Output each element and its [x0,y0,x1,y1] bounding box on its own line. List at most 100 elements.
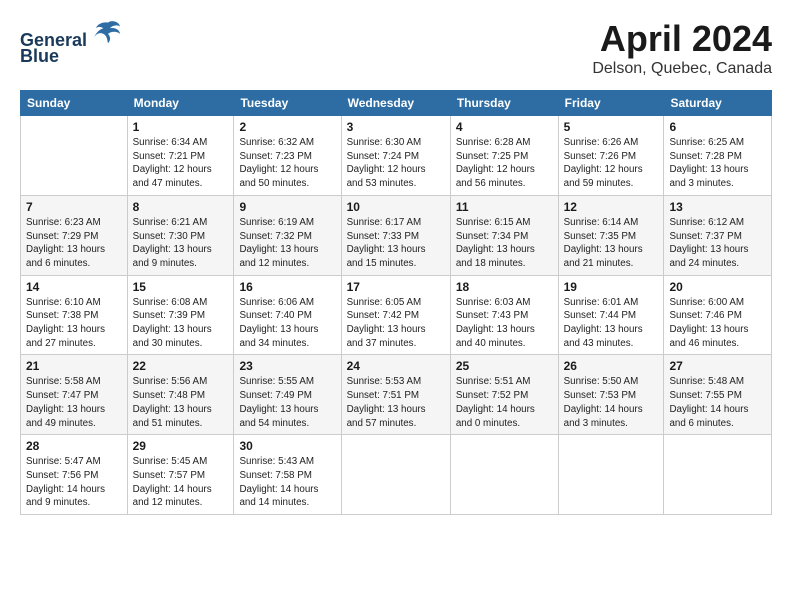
weekday-header: Thursday [450,91,558,116]
day-number: 26 [564,359,659,373]
main-title: April 2024 [592,18,772,60]
day-number: 8 [133,200,229,214]
calendar-cell: 23Sunrise: 5:55 AMSunset: 7:49 PMDayligh… [234,355,341,435]
sub-title: Delson, Quebec, Canada [592,60,772,78]
day-number: 30 [239,439,335,453]
day-number: 4 [456,120,553,134]
day-number: 21 [26,359,122,373]
day-info: Sunrise: 6:17 AMSunset: 7:33 PMDaylight:… [347,216,445,271]
day-info: Sunrise: 5:48 AMSunset: 7:55 PMDaylight:… [669,375,766,430]
day-number: 16 [239,280,335,294]
calendar-cell: 14 Sunrise: 6:10 AMSunset: 7:38 PMDayligh… [21,275,128,355]
calendar-table: SundayMondayTuesdayWednesdayThursdayFrid… [20,90,772,515]
calendar-cell: 26 Sunrise: 5:50 AMSunset: 7:53 PMDayligh… [558,355,664,435]
day-number: 1 [133,120,229,134]
day-info: Sunrise: 5:50 AMSunset: 7:53 PMDaylight:… [564,375,659,430]
day-number: 18 [456,280,553,294]
day-info: Sunrise: 6:30 AMSunset: 7:24 PMDaylight:… [347,136,445,191]
day-info: Sunrise: 6:32 AMSunset: 7:23 PMDaylight:… [239,136,335,191]
week-row: 7Sunrise: 6:23 AMSunset: 7:29 PMDaylight… [21,195,772,275]
logo: General Blue [20,18,122,67]
week-row: 1 Sunrise: 6:34 AMSunset: 7:21 PMDaylight… [21,116,772,196]
day-number: 10 [347,200,445,214]
day-info: Sunrise: 6:06 AMSunset: 7:40 PMDaylight:… [239,296,335,351]
day-number: 20 [669,280,766,294]
calendar-cell [450,435,558,515]
day-number: 19 [564,280,659,294]
day-info: Sunrise: 6:00 AMSunset: 7:46 PMDaylight:… [669,296,766,351]
calendar-cell: 4 Sunrise: 6:28 AMSunset: 7:25 PMDaylight… [450,116,558,196]
day-info: Sunrise: 6:26 AMSunset: 7:26 PMDaylight:… [564,136,659,191]
day-number: 5 [564,120,659,134]
day-info: Sunrise: 6:10 AMSunset: 7:38 PMDaylight:… [26,296,122,351]
calendar-cell [558,435,664,515]
day-info: Sunrise: 6:19 AMSunset: 7:32 PMDaylight:… [239,216,335,271]
logo-bird-icon [94,18,122,46]
week-row: 21 Sunrise: 5:58 AMSunset: 7:47 PMDayligh… [21,355,772,435]
day-number: 15 [133,280,229,294]
day-number: 23 [239,359,335,373]
day-info: Sunrise: 5:58 AMSunset: 7:47 PMDaylight:… [26,375,122,430]
calendar-cell: 9 Sunrise: 6:19 AMSunset: 7:32 PMDaylight… [234,195,341,275]
calendar-cell: 19Sunrise: 6:01 AMSunset: 7:44 PMDayligh… [558,275,664,355]
calendar-cell: 17 Sunrise: 6:05 AMSunset: 7:42 PMDayligh… [341,275,450,355]
calendar-cell: 5 Sunrise: 6:26 AMSunset: 7:26 PMDaylight… [558,116,664,196]
day-number: 2 [239,120,335,134]
calendar-cell: 10 Sunrise: 6:17 AMSunset: 7:33 PMDayligh… [341,195,450,275]
calendar-cell: 18 Sunrise: 6:03 AMSunset: 7:43 PMDayligh… [450,275,558,355]
day-number: 14 [26,280,122,294]
day-number: 22 [133,359,229,373]
calendar-cell: 13 Sunrise: 6:12 AMSunset: 7:37 PMDayligh… [664,195,772,275]
calendar-cell: 22 Sunrise: 5:56 AMSunset: 7:48 PMDayligh… [127,355,234,435]
day-info: Sunrise: 6:12 AMSunset: 7:37 PMDaylight:… [669,216,766,271]
weekday-header: Monday [127,91,234,116]
day-number: 9 [239,200,335,214]
day-info: Sunrise: 6:25 AMSunset: 7:28 PMDaylight:… [669,136,766,191]
day-info: Sunrise: 6:05 AMSunset: 7:42 PMDaylight:… [347,296,445,351]
day-info: Sunrise: 6:21 AMSunset: 7:30 PMDaylight:… [133,216,229,271]
week-row: 28 Sunrise: 5:47 AMSunset: 7:56 PMDayligh… [21,435,772,515]
calendar-cell: 6Sunrise: 6:25 AMSunset: 7:28 PMDaylight… [664,116,772,196]
weekday-header: Sunday [21,91,128,116]
header: General Blue April 2024 Delson, Quebec, … [20,18,772,78]
weekday-header: Tuesday [234,91,341,116]
calendar-cell: 12 Sunrise: 6:14 AMSunset: 7:35 PMDayligh… [558,195,664,275]
calendar-cell: 3 Sunrise: 6:30 AMSunset: 7:24 PMDaylight… [341,116,450,196]
page-container: General Blue April 2024 Delson, Quebec, … [0,0,792,525]
calendar-cell: 21 Sunrise: 5:58 AMSunset: 7:47 PMDayligh… [21,355,128,435]
day-number: 29 [133,439,229,453]
day-info: Sunrise: 6:34 AMSunset: 7:21 PMDaylight:… [133,136,229,191]
weekday-header: Wednesday [341,91,450,116]
calendar-header-row: SundayMondayTuesdayWednesdayThursdayFrid… [21,91,772,116]
calendar-cell: 29Sunrise: 5:45 AMSunset: 7:57 PMDayligh… [127,435,234,515]
weekday-header: Friday [558,91,664,116]
calendar-cell: 1 Sunrise: 6:34 AMSunset: 7:21 PMDaylight… [127,116,234,196]
day-info: Sunrise: 6:23 AMSunset: 7:29 PMDaylight:… [26,216,122,271]
day-number: 24 [347,359,445,373]
day-number: 3 [347,120,445,134]
calendar-cell: 30Sunrise: 5:43 AMSunset: 7:58 PMDayligh… [234,435,341,515]
weekday-header: Saturday [664,91,772,116]
day-info: Sunrise: 6:15 AMSunset: 7:34 PMDaylight:… [456,216,553,271]
calendar-cell [341,435,450,515]
day-number: 28 [26,439,122,453]
day-number: 17 [347,280,445,294]
calendar-cell [21,116,128,196]
calendar-cell: 24Sunrise: 5:53 AMSunset: 7:51 PMDayligh… [341,355,450,435]
day-number: 12 [564,200,659,214]
title-block: April 2024 Delson, Quebec, Canada [592,18,772,78]
calendar-cell [664,435,772,515]
day-number: 27 [669,359,766,373]
calendar-cell: 25Sunrise: 5:51 AMSunset: 7:52 PMDayligh… [450,355,558,435]
day-info: Sunrise: 5:56 AMSunset: 7:48 PMDaylight:… [133,375,229,430]
calendar-cell: 15Sunrise: 6:08 AMSunset: 7:39 PMDayligh… [127,275,234,355]
day-info: Sunrise: 6:03 AMSunset: 7:43 PMDaylight:… [456,296,553,351]
day-info: Sunrise: 5:47 AMSunset: 7:56 PMDaylight:… [26,455,122,510]
day-number: 13 [669,200,766,214]
calendar-cell: 2 Sunrise: 6:32 AMSunset: 7:23 PMDaylight… [234,116,341,196]
calendar-cell: 7Sunrise: 6:23 AMSunset: 7:29 PMDaylight… [21,195,128,275]
week-row: 14 Sunrise: 6:10 AMSunset: 7:38 PMDayligh… [21,275,772,355]
calendar-cell: 8 Sunrise: 6:21 AMSunset: 7:30 PMDaylight… [127,195,234,275]
day-info: Sunrise: 6:28 AMSunset: 7:25 PMDaylight:… [456,136,553,191]
day-info: Sunrise: 6:14 AMSunset: 7:35 PMDaylight:… [564,216,659,271]
